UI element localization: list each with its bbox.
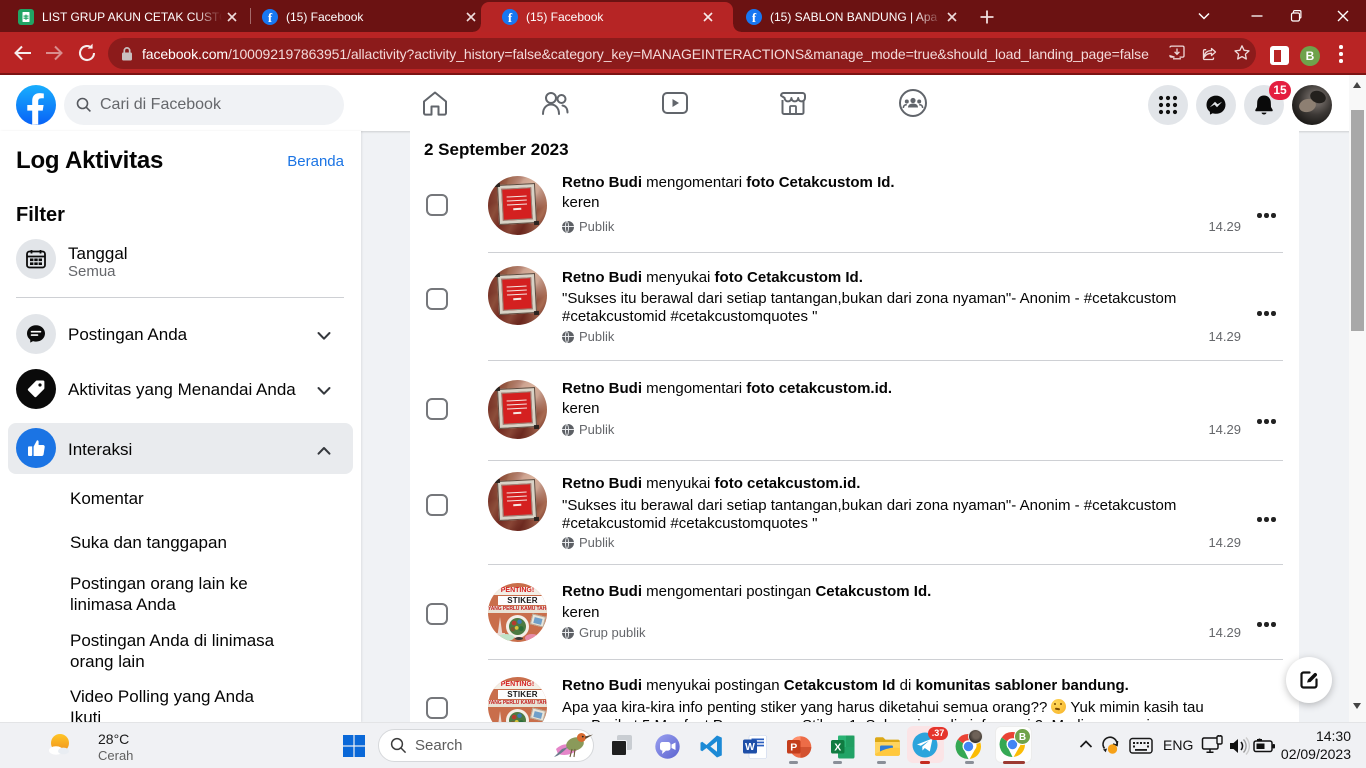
- svg-text:P: P: [790, 742, 797, 754]
- svg-text:W: W: [745, 741, 755, 753]
- svg-text:X: X: [834, 742, 841, 754]
